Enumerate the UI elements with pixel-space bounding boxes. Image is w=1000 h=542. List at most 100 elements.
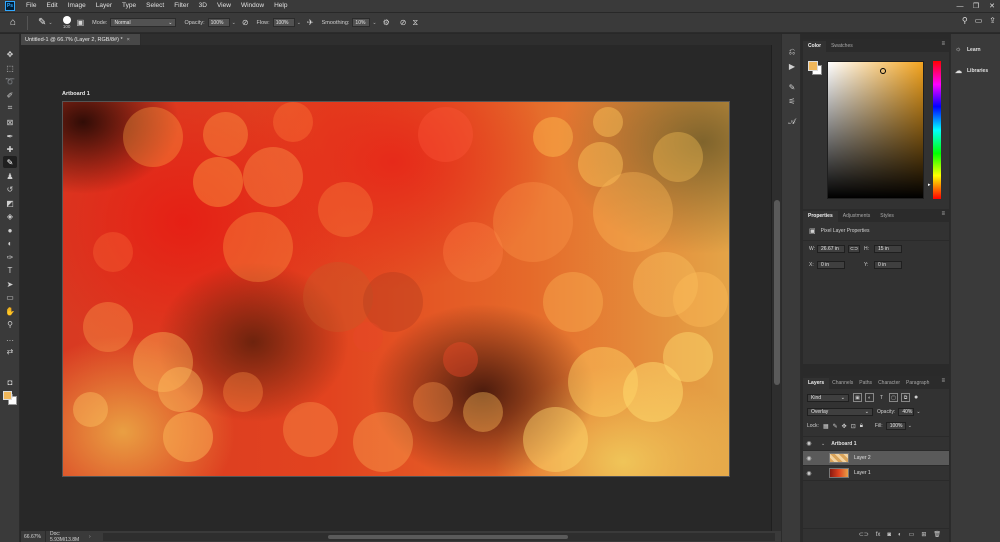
- blend-mode-select[interactable]: Overlay ⌄: [807, 408, 873, 416]
- menu-3d[interactable]: 3D: [194, 0, 212, 12]
- hue-pointer-icon[interactable]: ▸: [928, 182, 931, 188]
- lock-transparency-icon[interactable]: ▦: [823, 423, 829, 430]
- brush-tool-preset-icon[interactable]: ✎: [38, 17, 46, 28]
- libraries-panel-button[interactable]: ☁ Libraries: [955, 67, 988, 75]
- tab-properties[interactable]: Properties: [803, 211, 838, 222]
- chevron-down-icon[interactable]: ⌄: [232, 20, 236, 26]
- menu-file[interactable]: File: [21, 0, 41, 12]
- tab-character[interactable]: Character: [875, 378, 903, 389]
- brush-tool-icon[interactable]: ✎: [3, 156, 17, 168]
- path-selection-tool-icon[interactable]: ➤: [3, 278, 17, 290]
- menu-layer[interactable]: Layer: [91, 0, 117, 12]
- layer-row-layer-1[interactable]: ◉ Layer 1: [803, 466, 949, 481]
- smoothing-input[interactable]: 10%: [352, 18, 371, 27]
- zoom-tool-icon[interactable]: ⚲: [3, 318, 17, 330]
- foreground-color-swatch[interactable]: [3, 391, 12, 400]
- lock-position-icon[interactable]: ✥: [842, 423, 847, 430]
- menu-select[interactable]: Select: [141, 0, 169, 12]
- visibility-eye-icon[interactable]: ◉: [803, 455, 815, 462]
- type-tool-icon[interactable]: T: [3, 264, 17, 276]
- lock-all-icon[interactable]: 🔒︎: [860, 423, 863, 430]
- new-adjustment-icon[interactable]: ◐: [898, 532, 902, 538]
- panel-menu-icon[interactable]: ≡: [941, 378, 945, 384]
- history-panel-icon[interactable]: ⎌: [786, 47, 798, 57]
- symmetry-icon[interactable]: ⧖: [413, 18, 419, 28]
- frame-tool-icon[interactable]: ⊠: [3, 116, 17, 128]
- menu-filter[interactable]: Filter: [169, 0, 193, 12]
- hand-tool-icon[interactable]: ✋: [3, 305, 17, 317]
- close-window-button[interactable]: ✕: [984, 0, 1000, 12]
- pixel-filter-icon[interactable]: ▣: [853, 393, 862, 402]
- dodge-tool-icon[interactable]: ◐: [3, 237, 17, 249]
- history-brush-tool-icon[interactable]: ↺: [3, 183, 17, 195]
- y-field[interactable]: 0 in: [874, 261, 902, 269]
- type-filter-icon[interactable]: T: [877, 393, 886, 402]
- minimize-button[interactable]: —: [952, 0, 968, 12]
- glyphs-panel-icon[interactable]: 𝒜: [786, 117, 798, 127]
- link-icon[interactable]: ⊂⊃: [848, 245, 860, 253]
- close-icon[interactable]: ×: [127, 37, 130, 43]
- chevron-right-icon[interactable]: ›: [89, 534, 97, 540]
- artboard-label[interactable]: Artboard 1: [62, 91, 90, 97]
- add-mask-icon[interactable]: ◙: [887, 532, 891, 538]
- search-icon[interactable]: ⚲: [962, 16, 968, 25]
- adjustments-panel-icon[interactable]: ⚟: [786, 96, 798, 106]
- layer-opacity-input[interactable]: 40%: [898, 408, 915, 416]
- horizontal-scrollbar[interactable]: [103, 532, 775, 541]
- learn-panel-button[interactable]: ☼ Learn: [955, 46, 981, 53]
- mode-select[interactable]: Normal ⌄: [110, 18, 177, 27]
- menu-view[interactable]: View: [212, 0, 236, 12]
- clone-stamp-tool-icon[interactable]: ♟: [3, 170, 17, 182]
- tab-swatches[interactable]: Swatches: [826, 41, 858, 52]
- tab-paragraph[interactable]: Paragraph: [903, 378, 932, 389]
- menu-edit[interactable]: Edit: [41, 0, 62, 12]
- pen-tool-icon[interactable]: ✑: [3, 251, 17, 263]
- workspace-icon[interactable]: ▭: [975, 16, 983, 25]
- chevron-down-icon[interactable]: ⌄: [372, 20, 376, 26]
- new-layer-icon[interactable]: ⊞: [921, 531, 926, 538]
- hue-slider[interactable]: [933, 61, 941, 199]
- vertical-scrollbar[interactable]: [771, 45, 781, 531]
- tab-adjustments[interactable]: Adjustments: [838, 211, 876, 222]
- tab-layers[interactable]: Layers: [803, 378, 830, 389]
- healing-brush-tool-icon[interactable]: ✚: [3, 143, 17, 155]
- width-field[interactable]: 26.67 in: [817, 245, 845, 253]
- eraser-tool-icon[interactable]: ◩: [3, 197, 17, 209]
- home-icon[interactable]: ⌂: [5, 16, 21, 30]
- chevron-down-icon[interactable]: ⌄: [821, 441, 825, 447]
- layer-row-artboard[interactable]: ◉ ⌄ Artboard 1: [803, 436, 949, 451]
- fill-input[interactable]: 100%: [885, 422, 906, 430]
- opacity-input[interactable]: 100%: [207, 18, 230, 27]
- adjustment-filter-icon[interactable]: ◐: [865, 393, 874, 402]
- smart-object-filter-icon[interactable]: ⧉: [901, 393, 910, 402]
- panel-menu-icon[interactable]: ≡: [941, 211, 945, 217]
- zoom-level[interactable]: 66.67%: [21, 534, 45, 540]
- tab-channels[interactable]: Channels: [829, 378, 856, 389]
- foreground-color-swatch[interactable]: [808, 61, 818, 71]
- rectangle-tool-icon[interactable]: ▭: [3, 291, 17, 303]
- move-tool-icon[interactable]: ✥: [3, 48, 17, 60]
- tab-paths[interactable]: Paths: [856, 378, 875, 389]
- blur-tool-icon[interactable]: ●: [3, 224, 17, 236]
- quick-mask-icon[interactable]: ◘: [3, 376, 17, 388]
- crop-tool-icon[interactable]: ⌗: [3, 102, 17, 114]
- link-layers-icon[interactable]: ⊂⊃: [859, 531, 869, 538]
- tab-styles[interactable]: Styles: [875, 211, 899, 222]
- document-tab[interactable]: Untitled-1 @ 66.7% (Layer 2, RGB/8#) * ×: [21, 34, 141, 45]
- chevron-down-icon[interactable]: ⌄: [297, 20, 301, 26]
- chevron-down-icon[interactable]: ⌄: [48, 20, 52, 26]
- airbrush-icon[interactable]: ✈: [307, 18, 314, 27]
- lock-pixels-icon[interactable]: ✎: [833, 423, 838, 430]
- layer-row-layer-2[interactable]: ◉ Layer 2: [803, 451, 949, 466]
- scrollbar-thumb[interactable]: [328, 534, 568, 539]
- visibility-eye-icon[interactable]: ◉: [803, 470, 815, 477]
- filter-toggle-icon[interactable]: ●: [914, 394, 918, 401]
- x-field[interactable]: 0 in: [817, 261, 845, 269]
- visibility-eye-icon[interactable]: ◉: [803, 440, 815, 447]
- swap-colors-icon[interactable]: ⇄: [3, 345, 17, 357]
- layer-style-icon[interactable]: fx: [876, 532, 881, 538]
- tab-color[interactable]: Color: [803, 41, 827, 52]
- pressure-size-icon[interactable]: ⊘: [400, 18, 407, 27]
- maximize-button[interactable]: ❐: [968, 0, 984, 12]
- chevron-down-icon[interactable]: ⌄: [908, 423, 912, 429]
